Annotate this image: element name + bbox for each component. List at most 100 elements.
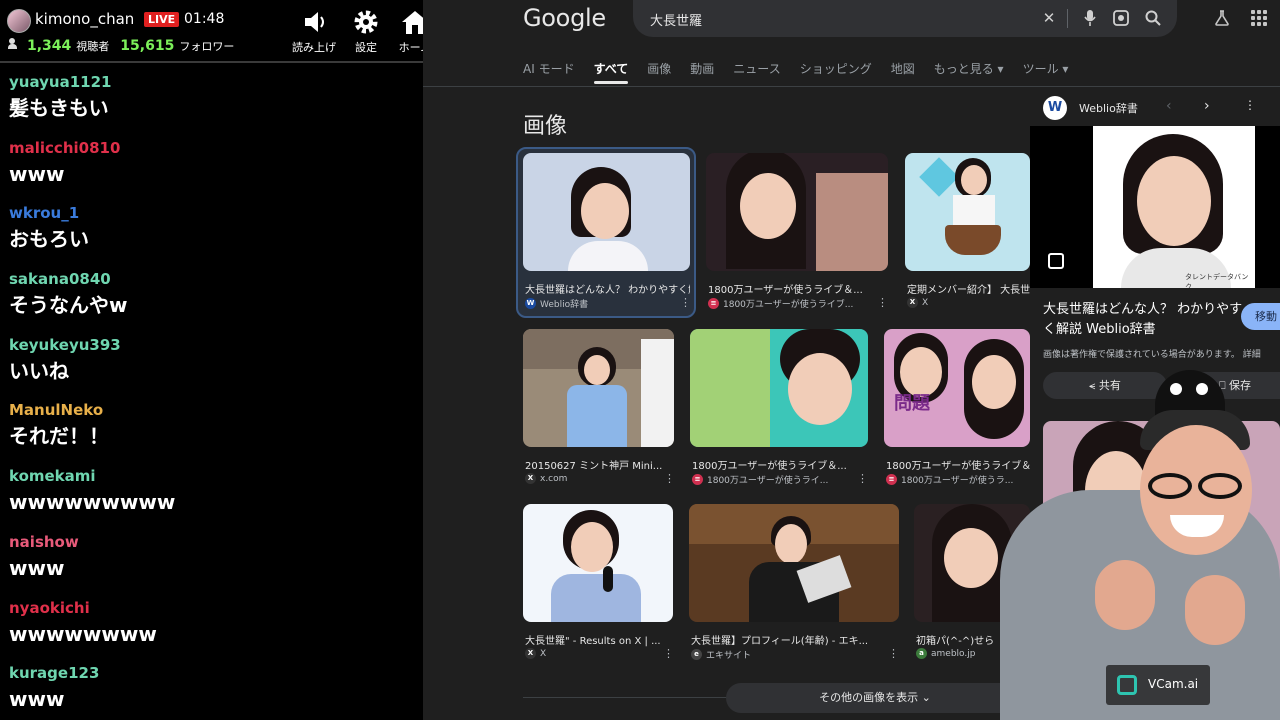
more-options-icon[interactable]: ⋮ [877, 296, 888, 309]
image-result-source[interactable]: XX [907, 297, 928, 308]
vcam-label: VCam.ai [1148, 677, 1199, 691]
more-options-icon[interactable]: ⋮ [663, 647, 674, 660]
labs-flask-icon[interactable] [1213, 9, 1231, 27]
image-result-caption[interactable]: 大長世羅】プロフィール(年齢) - エキ... [691, 632, 896, 647]
search-bar[interactable]: 大長世羅 ✕ [633, 0, 1177, 37]
more-options-icon[interactable]: ⋮ [664, 472, 675, 485]
image-result-source[interactable]: ≡ 1800万ユーザーが使うライブ... [708, 297, 853, 310]
x-favicon: X [525, 473, 536, 484]
chat-username[interactable]: naishow [9, 532, 423, 552]
image-result-source[interactable]: ≡ 1800万ユーザーが使うラ... [886, 473, 1013, 486]
settings-button[interactable]: 設定 [339, 8, 393, 55]
lens-search-icon[interactable] [1048, 253, 1064, 269]
more-images-button[interactable]: その他の画像を表示 ⌄ [726, 683, 1024, 713]
image-result-thumb[interactable] [689, 504, 899, 622]
image-result-thumb[interactable] [690, 329, 868, 447]
chat-username[interactable]: komekami [9, 466, 423, 486]
more-options-icon[interactable]: ⋮ [680, 296, 691, 309]
image-result-caption[interactable]: 大長世羅はどんな人？ わかりやすく解説 Weblio辞書 [525, 281, 690, 296]
side-preview-image[interactable]: タレントデータバンク [1093, 126, 1255, 288]
chat-message: malicchi0810 www [0, 138, 423, 204]
tab-3[interactable]: 動画 [690, 60, 714, 88]
image-result-caption[interactable]: 1800万ユーザーが使うライブ＆... [692, 457, 868, 472]
image-result-caption[interactable]: 1800万ユーザーが使うライブ＆... [708, 281, 888, 296]
image-result-thumb[interactable] [706, 153, 888, 271]
tab-7[interactable]: もっと見る ▾ [934, 60, 1004, 88]
chat-username[interactable]: kurage123 [9, 663, 423, 683]
image-result-caption[interactable]: 大長世羅" - Results on X | ... [525, 632, 675, 647]
chevron-right-icon[interactable]: › [1204, 98, 1210, 114]
image-result-source-label: X [922, 297, 929, 308]
apps-grid-icon[interactable] [1251, 10, 1267, 26]
lens-icon[interactable] [1112, 9, 1130, 27]
chat-message: komekami wwwwwwwww [0, 466, 423, 532]
search-input[interactable]: 大長世羅 [650, 10, 702, 29]
weblio-logo[interactable]: W [1043, 96, 1067, 120]
chat-message: naishow www [0, 532, 423, 598]
search-divider [1067, 9, 1068, 28]
ameblo-favicon: a [916, 648, 927, 659]
penguin-eye [1196, 383, 1208, 395]
google-logo[interactable]: Google [523, 4, 606, 32]
chat-username[interactable]: sakana0840 [9, 269, 423, 289]
live-badge: LIVE [144, 12, 180, 27]
image-result-caption[interactable]: 定期メンバー紹介】 大長世羅 [907, 281, 1030, 296]
streamer-name[interactable]: kimono_chan [35, 10, 134, 28]
stream-stats: 1,344 視聴者 15,615 フォロワー [8, 38, 234, 54]
image-result-source[interactable]: W Weblio辞書 [525, 297, 588, 310]
more-options-icon[interactable]: ⋮ [888, 647, 899, 660]
speaker-icon [287, 8, 341, 36]
chat-username[interactable]: nyaokichi [9, 598, 423, 618]
image-result-source[interactable]: a ameblo.jp [916, 648, 975, 659]
image-result-source-label: x.com [540, 473, 568, 484]
image-result-thumb[interactable] [523, 153, 690, 271]
chat-username[interactable]: keyukeyu393 [9, 335, 423, 355]
chat-username[interactable]: malicchi0810 [9, 138, 423, 158]
tab-6[interactable]: 地図 [891, 60, 915, 88]
chat-text: 髪もきもい [9, 96, 109, 120]
chat-username[interactable]: wkrou_1 [9, 203, 423, 223]
visit-button[interactable]: 移動 [1241, 303, 1280, 330]
image-result-source-label: Weblio辞書 [540, 300, 589, 310]
image-result-source[interactable]: ≡ 1800万ユーザーが使うライ... [692, 473, 828, 486]
glasses-left [1148, 473, 1192, 499]
tab-8[interactable]: ツール ▾ [1023, 60, 1069, 88]
bottom-divider [523, 697, 728, 698]
more-options-icon[interactable]: ⋮ [857, 472, 868, 485]
excite-favicon: e [691, 649, 702, 660]
image-result-source[interactable]: XX [525, 648, 546, 659]
tab-4[interactable]: ニュース [733, 60, 780, 88]
follower-count: 15,615 [120, 38, 175, 54]
read-aloud-button[interactable]: 読み上げ [287, 8, 341, 55]
site-favicon: ≡ [708, 298, 719, 309]
image-result-thumb[interactable] [905, 153, 1030, 271]
tab-2[interactable]: 画像 [647, 60, 671, 88]
chat-username[interactable]: ManulNeko [9, 400, 423, 420]
side-panel-site[interactable]: Weblio辞書 [1079, 100, 1138, 116]
image-result-source[interactable]: Xx.com [525, 473, 567, 484]
tabs-divider [423, 86, 1280, 87]
live-stream-panel: kimono_chan LIVE 01:48 1,344 視聴者 15,615 … [0, 0, 423, 720]
streamer-avatar[interactable] [7, 9, 31, 33]
tab-0[interactable]: AI モード [523, 60, 575, 88]
weblio-favicon: W [525, 298, 536, 309]
chat-message: nyaokichi wwwwwwww [0, 598, 423, 664]
image-result-thumb[interactable] [523, 329, 674, 447]
chat-message: yuayua1121 髪もきもい [0, 72, 423, 138]
tab-1[interactable]: すべて [593, 60, 628, 88]
search-icon[interactable] [1144, 9, 1162, 27]
image-result-thumb[interactable] [523, 504, 673, 622]
microphone-icon[interactable] [1081, 9, 1099, 27]
image-result-source[interactable]: e エキサイト [691, 648, 751, 661]
viewer-count: 1,344 [27, 38, 72, 54]
chat-username[interactable]: yuayua1121 [9, 72, 423, 92]
streamer-hand [1185, 575, 1245, 645]
x-favicon: X [907, 297, 918, 308]
side-panel-title[interactable]: 大長世羅はどんな人？ わかりやすく解説 Weblio辞書 [1043, 300, 1243, 340]
tab-5[interactable]: ショッピング [800, 60, 872, 88]
more-options-icon[interactable]: ⋮ [1244, 98, 1256, 112]
home-button[interactable]: ホーム [388, 8, 423, 55]
clear-icon[interactable]: ✕ [1040, 9, 1058, 27]
image-result-caption[interactable]: 20150627 ミント神戸 Mini... [525, 457, 675, 472]
chevron-left-icon[interactable]: ‹ [1166, 98, 1172, 114]
